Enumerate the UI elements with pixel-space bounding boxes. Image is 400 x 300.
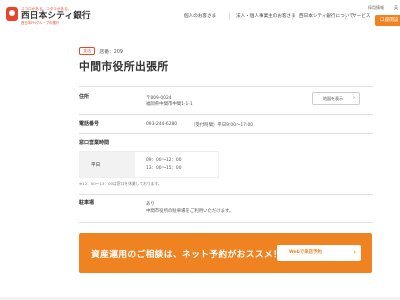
divider bbox=[79, 133, 373, 134]
hours-morning: 09：00～12：00 bbox=[146, 158, 182, 163]
english-link[interactable]: 英 bbox=[394, 5, 398, 11]
site-header: ココロがある。コタエがある。 西日本シティ銀行 西日本FHグループの銀行 個人の… bbox=[0, 0, 400, 34]
bank-logo[interactable]: ココロがある。コタエがある。 西日本シティ銀行 西日本FHグループの銀行 bbox=[6, 7, 91, 25]
web-reservation-label: Webで来店予約 bbox=[289, 250, 322, 255]
web-reservation-button[interactable]: Webで来店予約 › bbox=[277, 245, 361, 261]
hours-label: 窓口営業時間 bbox=[79, 140, 110, 146]
hours-note: ※12：00～13：00は窓口を休業しております。 bbox=[79, 181, 162, 186]
divider bbox=[79, 222, 373, 223]
divider bbox=[79, 114, 373, 115]
phone-number[interactable]: 093-244-6280 bbox=[146, 122, 177, 127]
hours-day: 平日 bbox=[80, 152, 135, 177]
careers-link[interactable]: 採用情報 bbox=[368, 5, 384, 11]
divider bbox=[79, 86, 373, 87]
show-map-label: 地図を表示 bbox=[323, 96, 343, 101]
divider bbox=[79, 194, 373, 195]
nav-item-business[interactable]: 法人・個人事業主のお客さま bbox=[229, 13, 296, 20]
nav-item-services[interactable]: サービス bbox=[345, 13, 376, 20]
page-title: 中間市役所出張所 bbox=[79, 60, 169, 73]
parking-note: 中間市役所の駐車場をご利用いただけます。 bbox=[146, 209, 234, 214]
store-tags: 支店 店番：209 bbox=[79, 47, 123, 55]
show-map-button[interactable]: 地図を表示 › bbox=[312, 92, 360, 105]
consultation-banner: 資産運用のご相談は、ネット予約がおススメ！ Webで来店予約 › bbox=[79, 233, 372, 273]
main-nav: 個人のお客さま 法人・個人事業主のお客さま 西日本シティ銀行について サービス bbox=[178, 13, 376, 20]
banner-text: 資産運用のご相談は、ネット予約がおススメ！ bbox=[91, 250, 283, 260]
category-badge: 支店 bbox=[79, 47, 96, 55]
logo-group: 西日本FHグループの銀行 bbox=[21, 21, 60, 25]
nav-item-about[interactable]: 西日本シティ銀行について bbox=[292, 13, 354, 20]
store-number: 店番：209 bbox=[99, 49, 123, 55]
hours-times: 09：00～12：00 13：00～15：00 bbox=[135, 152, 218, 177]
logo-name: 西日本シティ銀行 bbox=[21, 11, 91, 21]
nav-item-personal[interactable]: 個人のお客さま bbox=[178, 13, 229, 20]
phone-label: 電話番号 bbox=[79, 121, 100, 127]
hours-afternoon: 13：00～15：00 bbox=[146, 166, 182, 171]
address-label: 住所 bbox=[79, 94, 90, 100]
logo-mark-icon bbox=[6, 7, 18, 21]
address-value: 福岡県中間市中間1-1-1 bbox=[146, 102, 193, 107]
chevron-right-icon: › bbox=[353, 95, 355, 101]
chevron-right-icon: › bbox=[353, 249, 356, 256]
parking-label: 駐車場 bbox=[79, 200, 95, 206]
phone-hours: （受付時間）平日9:00～17:00 bbox=[191, 123, 254, 128]
hours-table: 平日 09：00～12：00 13：00～15：00 bbox=[79, 151, 219, 178]
parking-value: あり bbox=[146, 202, 155, 207]
open-account-button[interactable]: 口座開設 bbox=[375, 15, 400, 26]
